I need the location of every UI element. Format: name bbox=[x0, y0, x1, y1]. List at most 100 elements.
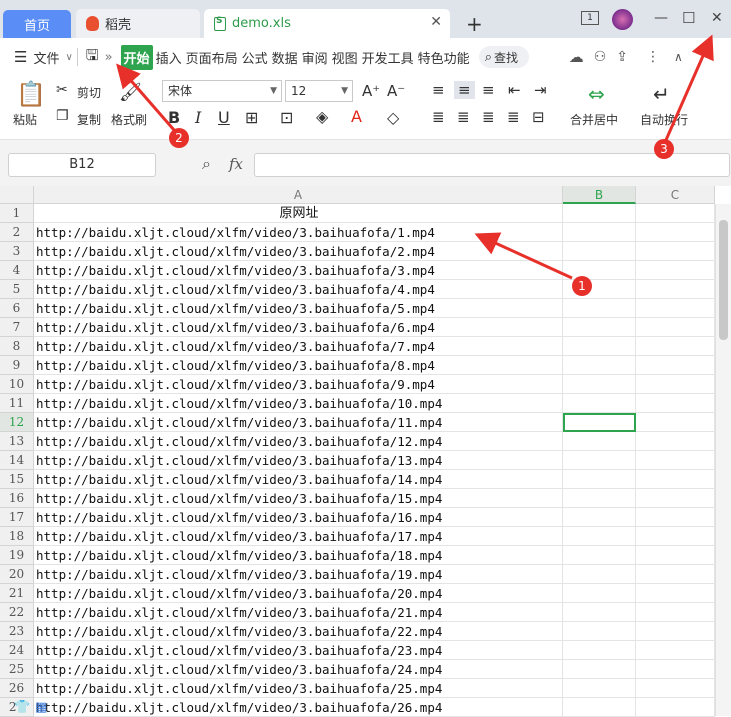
hamburger-icon[interactable]: ☰ bbox=[14, 48, 27, 66]
cell-a[interactable]: http://baidu.xljt.cloud/xlfm/video/3.bai… bbox=[34, 641, 563, 660]
cell-c[interactable] bbox=[636, 660, 715, 679]
column-header-c[interactable]: C bbox=[636, 186, 715, 204]
cell-c[interactable] bbox=[636, 451, 715, 470]
cell-c[interactable] bbox=[636, 432, 715, 451]
bold-icon[interactable]: B bbox=[168, 108, 180, 127]
row-header[interactable]: 17 bbox=[0, 508, 34, 527]
ribbon-tab[interactable]: 公式 bbox=[241, 46, 269, 69]
row-header[interactable]: 5 bbox=[0, 280, 34, 299]
cell-c[interactable] bbox=[636, 337, 715, 356]
cell-a[interactable]: http://baidu.xljt.cloud/xlfm/video/3.bai… bbox=[34, 280, 563, 299]
align-bottom-icon[interactable]: ≡ bbox=[482, 81, 495, 99]
cell-a[interactable]: http://baidu.xljt.cloud/xlfm/video/3.bai… bbox=[34, 622, 563, 641]
row-header[interactable]: 24 bbox=[0, 641, 34, 660]
cell-b[interactable] bbox=[563, 242, 636, 261]
format-painter-button[interactable]: 格式刷 bbox=[111, 111, 147, 128]
cell-a[interactable]: http://baidu.xljt.cloud/xlfm/video/3.bai… bbox=[34, 603, 563, 622]
row-header[interactable]: 15 bbox=[0, 470, 34, 489]
row-header[interactable]: 21 bbox=[0, 584, 34, 603]
row-header[interactable]: 11 bbox=[0, 394, 34, 413]
cell-c[interactable] bbox=[636, 204, 715, 223]
minimize-icon[interactable]: — bbox=[654, 10, 668, 26]
row-header[interactable]: 12 bbox=[0, 413, 34, 432]
cell-b[interactable] bbox=[563, 451, 636, 470]
cell-a[interactable]: http://baidu.xljt.cloud/xlfm/video/3.bai… bbox=[34, 318, 563, 337]
cell-c[interactable] bbox=[636, 508, 715, 527]
chevron-down-icon[interactable]: ∨ bbox=[65, 52, 72, 63]
row-header[interactable]: 20 bbox=[0, 565, 34, 584]
cell-b[interactable] bbox=[563, 679, 636, 698]
font-color-icon[interactable]: A bbox=[351, 107, 362, 126]
cell-c[interactable] bbox=[636, 679, 715, 698]
cell-a[interactable]: http://baidu.xljt.cloud/xlfm/video/3.bai… bbox=[34, 413, 563, 432]
paste-icon[interactable]: 📋 bbox=[16, 80, 46, 108]
window-count-badge[interactable]: 1 bbox=[581, 11, 599, 25]
clear-icon[interactable]: ◇ bbox=[387, 108, 399, 127]
cell-c[interactable] bbox=[636, 413, 715, 432]
increase-font-icon[interactable]: A⁺ bbox=[362, 82, 380, 100]
cell-b[interactable] bbox=[563, 204, 636, 223]
align-left-icon[interactable]: ≣ bbox=[432, 108, 445, 126]
cell-c[interactable] bbox=[636, 565, 715, 584]
tab-home[interactable]: 首页 bbox=[3, 10, 71, 38]
align-top-icon[interactable]: ≡ bbox=[432, 81, 445, 99]
row-header[interactable]: 7 bbox=[0, 318, 34, 337]
wrap-text-icon[interactable]: ↵ bbox=[653, 82, 670, 106]
cell-b[interactable] bbox=[563, 603, 636, 622]
save-icon[interactable]: 🖫 bbox=[86, 45, 99, 70]
close-window-icon[interactable]: ✕ bbox=[711, 10, 723, 26]
cut-button[interactable]: 剪切 bbox=[77, 84, 101, 101]
cell-a[interactable]: http://baidu.xljt.cloud/xlfm/video/3.bai… bbox=[34, 660, 563, 679]
row-header[interactable]: 3 bbox=[0, 242, 34, 261]
cell-b[interactable] bbox=[563, 337, 636, 356]
row-header[interactable]: 10 bbox=[0, 375, 34, 394]
cell-style-icon[interactable]: ⊡ bbox=[280, 108, 293, 127]
skin-icon[interactable]: 👕 bbox=[14, 700, 30, 715]
cell-a[interactable]: http://baidu.xljt.cloud/xlfm/video/3.bai… bbox=[34, 356, 563, 375]
more-icon[interactable]: » bbox=[105, 50, 113, 65]
format-painter-icon[interactable]: 🖌 bbox=[119, 82, 142, 103]
font-name-select[interactable]: 宋体 ▼ bbox=[162, 80, 282, 102]
cell-c[interactable] bbox=[636, 299, 715, 318]
font-size-select[interactable]: 12 ▼ bbox=[285, 80, 353, 102]
cell-a[interactable]: http://baidu.xljt.cloud/xlfm/video/3.bai… bbox=[34, 242, 563, 261]
cell-a[interactable]: http://baidu.xljt.cloud/xlfm/video/3.bai… bbox=[34, 679, 563, 698]
cell-c[interactable] bbox=[636, 375, 715, 394]
export-icon[interactable]: ⇪ bbox=[616, 49, 628, 65]
cell-b[interactable] bbox=[563, 546, 636, 565]
row-header[interactable]: 13 bbox=[0, 432, 34, 451]
vertical-scrollbar[interactable] bbox=[715, 204, 731, 716]
cell-a[interactable]: http://baidu.xljt.cloud/xlfm/video/3.bai… bbox=[34, 584, 563, 603]
cell-b[interactable] bbox=[563, 299, 636, 318]
cell-c[interactable] bbox=[636, 527, 715, 546]
cell-a[interactable]: http://baidu.xljt.cloud/xlfm/video/3.bai… bbox=[34, 470, 563, 489]
cell-b[interactable] bbox=[563, 698, 636, 717]
select-all-corner[interactable] bbox=[0, 186, 34, 204]
cell-a[interactable]: http://baidu.xljt.cloud/xlfm/video/3.bai… bbox=[34, 565, 563, 584]
close-tab-icon[interactable]: ✕ bbox=[430, 14, 442, 30]
share-user-icon[interactable]: ⚇ bbox=[594, 49, 607, 65]
row-header[interactable]: 23 bbox=[0, 622, 34, 641]
indent-decrease-icon[interactable]: ⇤ bbox=[508, 81, 521, 99]
cell-b[interactable] bbox=[563, 508, 636, 527]
cell-a[interactable]: http://baidu.xljt.cloud/xlfm/video/3.bai… bbox=[34, 299, 563, 318]
cell-a[interactable]: http://baidu.xljt.cloud/xlfm/video/3.bai… bbox=[34, 489, 563, 508]
cell-c[interactable] bbox=[636, 394, 715, 413]
cell-b[interactable] bbox=[563, 261, 636, 280]
justify-icon[interactable]: ≣ bbox=[507, 108, 520, 126]
cell-a[interactable]: http://baidu.xljt.cloud/xlfm/video/3.bai… bbox=[34, 394, 563, 413]
cell-c[interactable] bbox=[636, 280, 715, 299]
cell-c[interactable] bbox=[636, 489, 715, 508]
cell-b[interactable] bbox=[563, 318, 636, 337]
cell-a[interactable]: http://baidu.xljt.cloud/xlfm/video/3.bai… bbox=[34, 527, 563, 546]
row-header[interactable]: 2 bbox=[0, 223, 34, 242]
fill-color-icon[interactable]: ◈ bbox=[316, 107, 328, 126]
align-center-icon[interactable]: ≣ bbox=[457, 108, 470, 126]
row-header[interactable]: 14 bbox=[0, 451, 34, 470]
decrease-font-icon[interactable]: A⁻ bbox=[387, 82, 405, 100]
cell-a[interactable]: http://baidu.xljt.cloud/xlfm/video/3.bai… bbox=[34, 698, 563, 717]
cell-a[interactable]: http://baidu.xljt.cloud/xlfm/video/3.bai… bbox=[34, 375, 563, 394]
cell-a[interactable]: http://baidu.xljt.cloud/xlfm/video/3.bai… bbox=[34, 508, 563, 527]
tab-daoke[interactable]: 稻壳 bbox=[76, 9, 200, 38]
row-header[interactable]: 25 bbox=[0, 660, 34, 679]
